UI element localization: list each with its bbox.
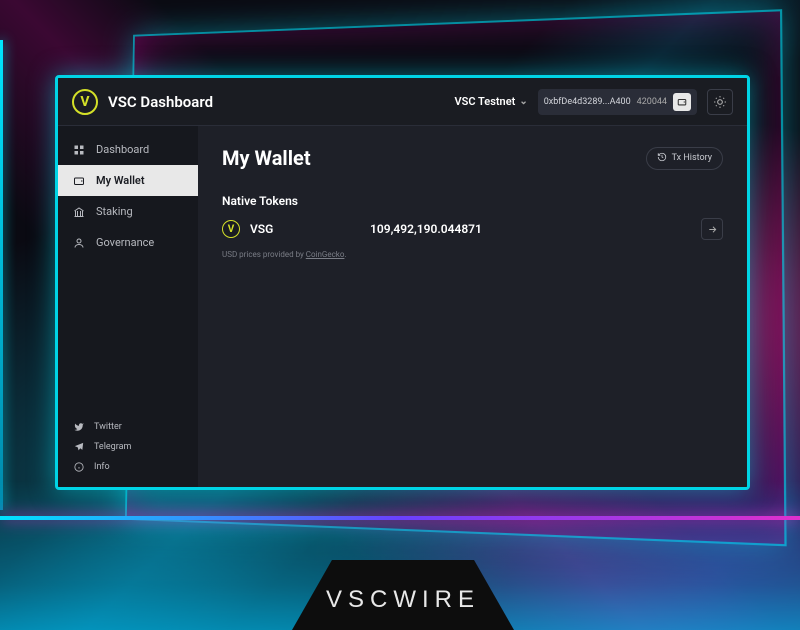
wallet-icon	[673, 93, 691, 111]
body-area: Dashboard My Wallet Staking Governance	[58, 126, 747, 487]
app-title: VSC Dashboard	[108, 93, 213, 111]
balance-badge: 420044	[637, 97, 667, 107]
footnote-suffix: .	[344, 250, 346, 259]
address-text: 0xbfDe4d3289...A400	[544, 97, 631, 107]
clock-icon	[657, 152, 667, 165]
twitter-icon	[72, 422, 86, 432]
sidebar-link-label: Telegram	[94, 442, 131, 452]
tx-history-button[interactable]: Tx History	[646, 147, 723, 170]
sidebar-item-label: Governance	[96, 236, 154, 249]
token-row: V VSG 109,492,190.044871	[222, 218, 723, 240]
wallet-icon	[72, 175, 86, 187]
sidebar-item-my-wallet[interactable]: My Wallet	[58, 165, 198, 196]
sidebar-link-label: Info	[94, 462, 110, 472]
sidebar-link-twitter[interactable]: Twitter	[58, 417, 198, 437]
sidebar-link-telegram[interactable]: Telegram	[58, 437, 198, 457]
token-symbol: VSG	[250, 222, 360, 236]
sidebar-link-info[interactable]: Info	[58, 457, 198, 477]
price-footnote: USD prices provided by CoinGecko.	[222, 250, 723, 259]
network-label: VSC Testnet	[455, 95, 516, 108]
topbar-right: VSC Testnet ⌄ 0xbfDe4d3289...A400 420044	[455, 89, 733, 115]
sidebar-item-dashboard[interactable]: Dashboard	[58, 134, 198, 165]
page-title: My Wallet	[222, 146, 311, 170]
brand-text: VSCWIRE	[326, 586, 480, 614]
wallet-address-pill[interactable]: 0xbfDe4d3289...A400 420044	[538, 89, 697, 115]
sidebar-item-label: Dashboard	[96, 143, 149, 156]
section-title: Native Tokens	[222, 194, 723, 208]
chevron-down-icon: ⌄	[519, 96, 527, 107]
sidebar-item-label: Staking	[96, 205, 133, 218]
footnote-prefix: USD prices provided by	[222, 250, 306, 259]
theme-toggle-button[interactable]	[707, 89, 733, 115]
info-icon	[72, 462, 86, 472]
main-content: My Wallet Tx History Native Tokens V VSG…	[198, 126, 747, 487]
token-amount: 109,492,190.044871	[370, 222, 691, 236]
user-icon	[72, 237, 86, 249]
sidebar-bottom: Twitter Telegram Info	[58, 417, 198, 487]
footnote-link[interactable]: CoinGecko	[306, 250, 345, 259]
neon-edge-left	[0, 40, 3, 510]
sidebar-item-label: My Wallet	[96, 174, 145, 187]
sidebar-link-label: Twitter	[94, 422, 122, 432]
app-window: V VSC Dashboard VSC Testnet ⌄ 0xbfDe4d32…	[55, 75, 750, 490]
sidebar: Dashboard My Wallet Staking Governance	[58, 126, 198, 487]
grid-icon	[72, 144, 86, 156]
bank-icon	[72, 206, 86, 218]
brand-banner: VSCWIRE	[292, 560, 514, 630]
network-selector[interactable]: VSC Testnet ⌄	[455, 95, 528, 108]
send-button[interactable]	[701, 218, 723, 240]
sidebar-item-staking[interactable]: Staking	[58, 196, 198, 227]
topbar: V VSC Dashboard VSC Testnet ⌄ 0xbfDe4d32…	[58, 78, 747, 126]
token-logo: V	[222, 220, 240, 238]
page-header: My Wallet Tx History	[222, 146, 723, 170]
tx-history-label: Tx History	[672, 153, 712, 163]
app-logo: V	[72, 89, 98, 115]
sidebar-item-governance[interactable]: Governance	[58, 227, 198, 258]
telegram-icon	[72, 442, 86, 452]
